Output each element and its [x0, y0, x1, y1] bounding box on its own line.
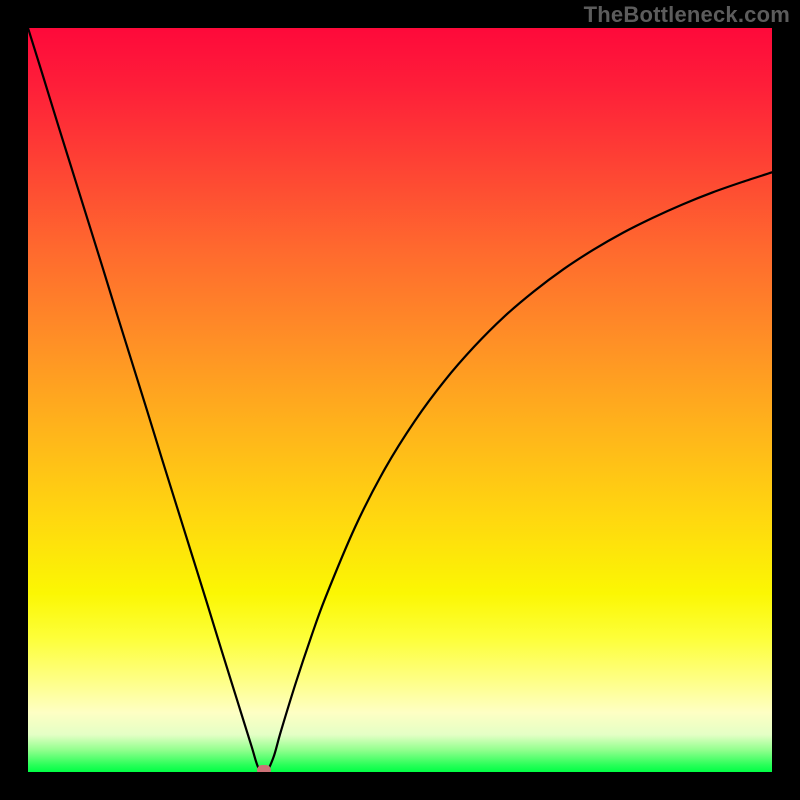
bottleneck-curve	[28, 28, 772, 772]
plot-area	[28, 28, 772, 772]
chart-frame: TheBottleneck.com	[0, 0, 800, 800]
minimum-marker	[257, 765, 271, 772]
watermark-text: TheBottleneck.com	[584, 2, 790, 28]
